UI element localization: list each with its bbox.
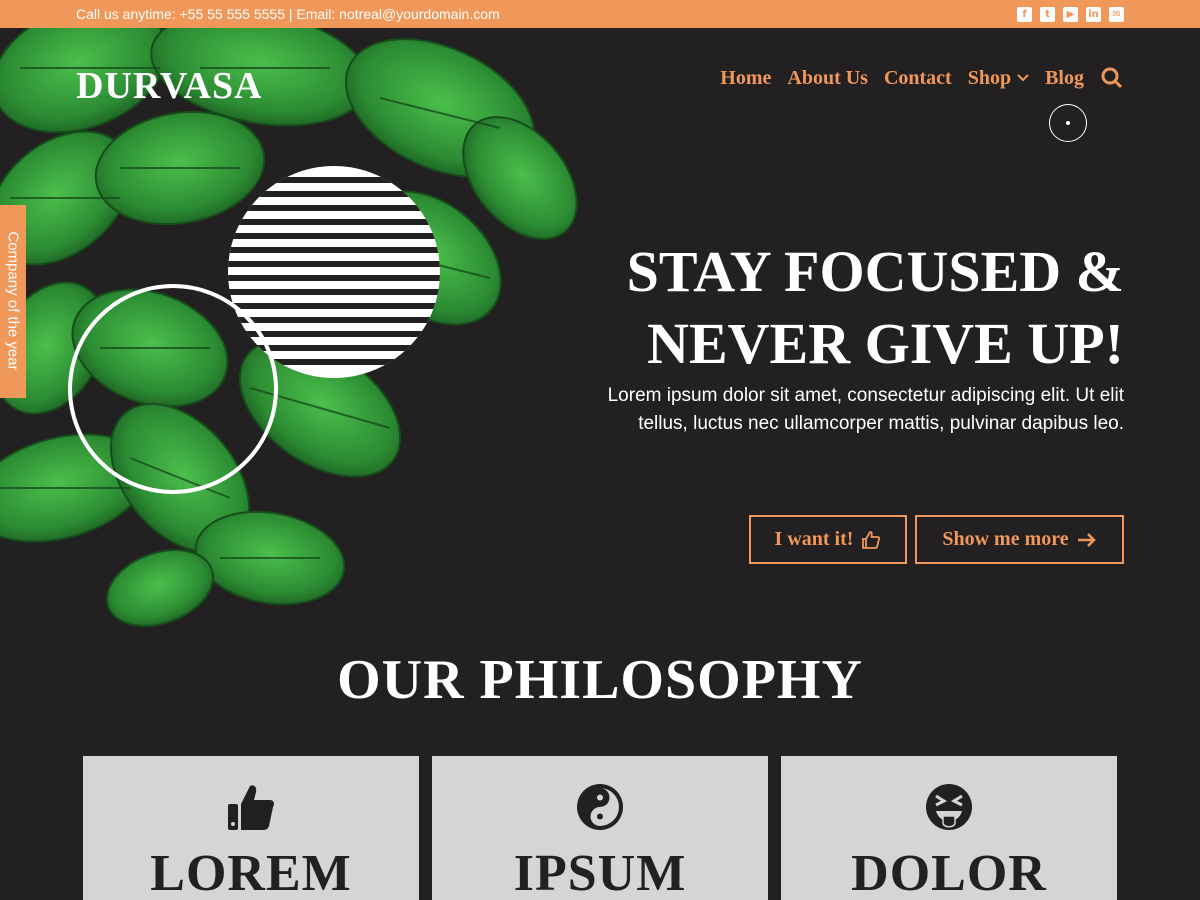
top-bar: Call us anytime: +55 55 555 5555 | Email… — [0, 0, 1200, 28]
show-me-more-button[interactable]: Show me more — [915, 515, 1124, 564]
section-title: OUR PHILOSOPHY — [337, 649, 863, 711]
facebook-icon[interactable]: f — [1017, 6, 1032, 22]
linkedin-icon[interactable]: in — [1086, 6, 1101, 22]
i-want-it-label: I want it! — [774, 528, 854, 550]
envelope-icon[interactable]: ✉ — [1109, 6, 1124, 22]
nav-blog[interactable]: Blog — [1045, 67, 1084, 90]
main-nav: Home About Us Contact Shop Blog — [720, 66, 1124, 90]
hero-lead: Lorem ipsum dolor sit amet, consectetur … — [607, 385, 1124, 434]
company-of-the-year-tab[interactable]: Company of the year — [0, 205, 26, 398]
thumbs-up-outline-icon — [862, 530, 881, 549]
card-title-dolor: DOLOR — [851, 845, 1047, 900]
card-title-ipsum: IPSUM — [513, 845, 687, 900]
nav-about-us[interactable]: About Us — [787, 67, 868, 90]
search-icon[interactable] — [1100, 66, 1124, 90]
thumbs-up-icon — [228, 785, 274, 830]
nav-home[interactable]: Home — [720, 67, 771, 90]
arrow-right-icon — [1077, 532, 1096, 547]
yin-yang-icon — [577, 784, 623, 830]
contact-info: Call us anytime: +55 55 555 5555 | Email… — [76, 6, 500, 22]
social-links: f t ▶ in ✉ — [1017, 6, 1124, 22]
hero-section: DURVASA Home About Us Contact Shop Blog … — [0, 28, 1200, 628]
nav-shop-label: Shop — [967, 66, 1012, 89]
plant-leaves-image — [0, 28, 578, 627]
sidetab-label: Company of the year — [4, 231, 22, 371]
i-want-it-button[interactable]: I want it! — [749, 515, 907, 564]
youtube-icon[interactable]: ▶ — [1063, 6, 1078, 22]
grin-tongue-squint-icon — [926, 784, 972, 830]
philosophy-card-ipsum: IPSUM — [432, 756, 768, 900]
twitter-icon[interactable]: t — [1040, 6, 1055, 22]
show-me-more-label: Show me more — [942, 528, 1069, 550]
card-title-lorem: LOREM — [150, 845, 352, 900]
philosophy-card-lorem: LOREM — [83, 756, 419, 900]
chevron-down-icon — [1017, 74, 1029, 82]
cursor-indicator — [1049, 104, 1087, 142]
site-logo[interactable]: DURVASA — [76, 64, 263, 108]
philosophy-card-dolor: DOLOR — [781, 756, 1117, 900]
nav-shop[interactable]: Shop — [968, 67, 1029, 90]
hero-headline: STAY FOCUSED & NEVER GIVE UP! — [626, 239, 1124, 376]
nav-contact[interactable]: Contact — [884, 67, 952, 90]
